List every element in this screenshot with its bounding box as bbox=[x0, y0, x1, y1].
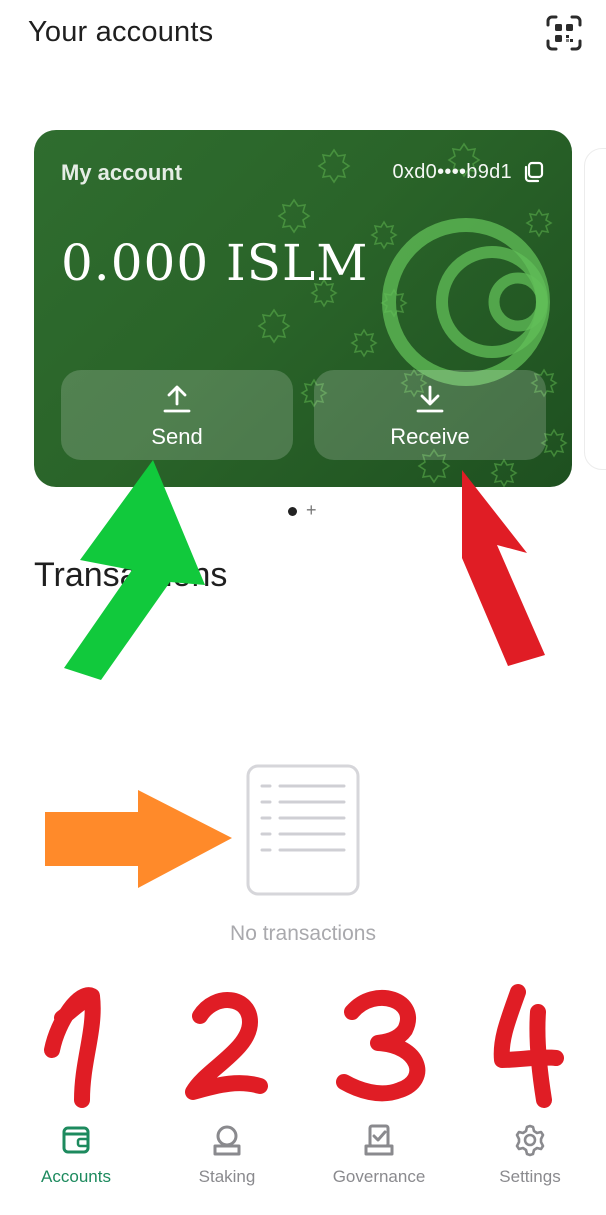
annotation-number-3 bbox=[336, 989, 426, 1102]
receive-button[interactable]: Receive bbox=[314, 370, 546, 460]
account-name: My account bbox=[61, 160, 183, 185]
tab-label: Governance bbox=[332, 1167, 426, 1186]
tab-staking[interactable]: Staking bbox=[162, 1112, 292, 1202]
tab-label: Accounts bbox=[41, 1167, 111, 1186]
pager-dot-active[interactable] bbox=[288, 507, 297, 516]
tab-governance[interactable]: Governance bbox=[314, 1112, 444, 1202]
send-button[interactable]: Send bbox=[61, 370, 293, 460]
annotation-number-1 bbox=[44, 987, 101, 1108]
annotation-number-4 bbox=[493, 984, 564, 1108]
copy-icon[interactable] bbox=[521, 160, 545, 184]
account-card[interactable]: My account 0xd0••••b9d1 0.000 ISLM Send … bbox=[34, 130, 572, 487]
red-arrow bbox=[462, 470, 545, 666]
transactions-title: Transactions bbox=[34, 556, 228, 594]
orange-arrow bbox=[45, 790, 232, 888]
tab-settings[interactable]: Settings bbox=[465, 1112, 595, 1202]
header: Your accounts bbox=[0, 0, 606, 70]
account-balance: 0.000 ISLM bbox=[61, 234, 369, 292]
bottom-tab-bar: Accounts Staking Governance Settings bbox=[0, 1112, 606, 1215]
tab-accounts[interactable]: Accounts bbox=[11, 1112, 141, 1202]
document-icon bbox=[246, 764, 360, 896]
page-title: Your accounts bbox=[28, 16, 214, 48]
next-card-preview[interactable] bbox=[584, 148, 606, 470]
receive-label: Receive bbox=[390, 424, 470, 449]
download-arrow-icon bbox=[416, 384, 444, 414]
staking-icon bbox=[209, 1122, 245, 1158]
annotation-number-2 bbox=[185, 992, 268, 1100]
governance-icon bbox=[361, 1122, 397, 1158]
wallet-icon bbox=[58, 1122, 94, 1158]
gear-icon bbox=[512, 1122, 548, 1158]
card-pager[interactable]: + bbox=[286, 500, 326, 521]
add-account-icon[interactable]: + bbox=[306, 500, 317, 521]
upload-arrow-icon bbox=[163, 384, 191, 414]
qr-scan-icon[interactable] bbox=[545, 14, 583, 52]
account-address: 0xd0••••b9d1 bbox=[392, 161, 512, 183]
tab-label: Settings bbox=[499, 1167, 561, 1186]
send-label: Send bbox=[151, 424, 203, 449]
empty-state-text: No transactions bbox=[230, 922, 376, 945]
tab-label: Staking bbox=[198, 1167, 256, 1186]
